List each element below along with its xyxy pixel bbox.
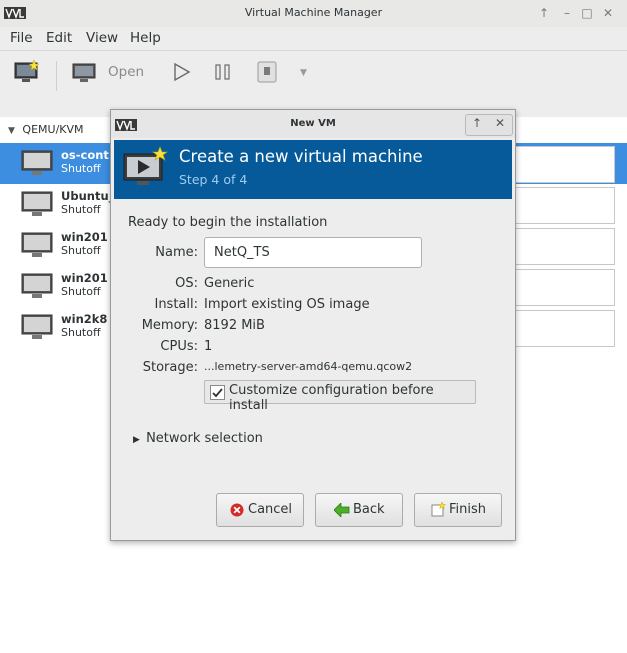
install-label: Install: bbox=[154, 297, 198, 312]
new-vm-icon[interactable] bbox=[14, 59, 40, 85]
dialog-close-icon[interactable]: ✕ bbox=[489, 116, 511, 130]
cpu-usage-graph bbox=[500, 187, 615, 224]
finish-button[interactable]: Finish bbox=[414, 493, 502, 527]
dialog-title: New VM bbox=[290, 118, 336, 129]
new-vm-dialog: New VM ↑ ✕ Create a new virtual machine … bbox=[110, 109, 516, 541]
finish-icon bbox=[431, 502, 446, 517]
monitor-icon bbox=[21, 191, 53, 216]
finish-label: Finish bbox=[449, 502, 487, 517]
vm-name: win201 bbox=[61, 271, 108, 285]
vm-name: os-cont bbox=[61, 148, 109, 162]
menu-help[interactable]: Help bbox=[130, 30, 161, 46]
open-console-icon[interactable] bbox=[72, 62, 96, 84]
back-arrow-icon bbox=[334, 503, 350, 517]
customize-label: Customize configuration before install bbox=[229, 383, 434, 413]
new-vm-header-icon bbox=[123, 146, 168, 185]
dialog-window-buttons: ↑ ✕ bbox=[465, 114, 513, 136]
vm-name: win201 bbox=[61, 230, 108, 244]
checkmark-icon bbox=[212, 388, 223, 398]
vm-status: Shutoff bbox=[61, 203, 101, 216]
dialog-header-banner: Create a new virtual machine Step 4 of 4 bbox=[114, 140, 512, 199]
os-value: Generic bbox=[204, 276, 255, 291]
cpus-label: CPUs: bbox=[160, 339, 198, 354]
run-icon[interactable] bbox=[173, 63, 191, 81]
dialog-up-icon[interactable]: ↑ bbox=[466, 116, 488, 130]
expander-down-icon: ▼ bbox=[8, 126, 15, 136]
customize-checkbox-row[interactable]: Customize configuration before install bbox=[204, 380, 476, 413]
back-label: Back bbox=[353, 502, 385, 517]
menu-bar: File Edit View Help bbox=[0, 27, 627, 51]
window-minimize-icon[interactable]: – bbox=[558, 4, 576, 22]
cpu-usage-graph bbox=[500, 269, 615, 306]
dialog-header-title: Create a new virtual machine bbox=[179, 147, 423, 166]
menu-edit[interactable]: Edit bbox=[46, 30, 72, 46]
connection-label: QEMU/KVM bbox=[22, 123, 84, 136]
vm-status: Shutoff bbox=[61, 162, 101, 175]
monitor-icon bbox=[21, 273, 53, 298]
toolbar: Open ▼ bbox=[0, 51, 627, 117]
window-up-icon[interactable]: ↑ bbox=[535, 4, 553, 22]
name-label: Name: bbox=[155, 245, 198, 260]
menu-file[interactable]: File bbox=[10, 30, 33, 46]
cpu-usage-graph bbox=[500, 310, 615, 347]
network-selection-expander[interactable]: ▶ Network selection bbox=[133, 431, 263, 446]
monitor-icon bbox=[21, 314, 53, 339]
vm-status: Shutoff bbox=[61, 244, 101, 257]
cpu-usage-graph bbox=[500, 228, 615, 265]
storage-value: ...lemetry-server-amd64-qemu.qcow2 bbox=[204, 360, 413, 373]
cancel-button[interactable]: Cancel bbox=[216, 493, 304, 527]
vm-name: win2k8 bbox=[61, 312, 108, 326]
window-title: Virtual Machine Manager bbox=[244, 6, 383, 19]
toolbar-separator bbox=[56, 61, 57, 91]
menu-view[interactable]: View bbox=[86, 30, 118, 46]
open-button-label[interactable]: Open bbox=[108, 64, 144, 80]
back-button[interactable]: Back bbox=[315, 493, 403, 527]
monitor-icon bbox=[21, 150, 53, 175]
cpus-value: 1 bbox=[204, 339, 213, 354]
os-label: OS: bbox=[175, 276, 198, 291]
window-close-icon[interactable]: ✕ bbox=[599, 4, 617, 22]
vm-status: Shutoff bbox=[61, 285, 101, 298]
dialog-title-bar: New VM ↑ ✕ bbox=[111, 110, 515, 138]
network-selection-label: Network selection bbox=[146, 431, 263, 446]
cancel-label: Cancel bbox=[248, 502, 293, 517]
dialog-step-label: Step 4 of 4 bbox=[179, 172, 248, 187]
cpu-usage-graph bbox=[500, 146, 615, 183]
name-input[interactable] bbox=[204, 237, 422, 268]
monitor-icon bbox=[21, 232, 53, 257]
connection-row[interactable]: ▼ QEMU/KVM bbox=[8, 123, 84, 136]
customize-checkbox[interactable] bbox=[210, 385, 225, 400]
memory-label: Memory: bbox=[141, 318, 198, 333]
window-maximize-icon[interactable]: □ bbox=[578, 4, 596, 22]
cancel-icon bbox=[230, 503, 244, 517]
main-title-bar: Virtual Machine Manager ↑ – □ ✕ bbox=[0, 0, 627, 28]
install-value: Import existing OS image bbox=[204, 297, 370, 312]
shutdown-dropdown-icon[interactable]: ▼ bbox=[300, 68, 307, 78]
ready-label: Ready to begin the installation bbox=[128, 215, 328, 230]
pause-icon[interactable] bbox=[214, 64, 232, 80]
vm-status: Shutoff bbox=[61, 326, 101, 339]
storage-label: Storage: bbox=[142, 360, 198, 375]
shutdown-icon[interactable] bbox=[257, 61, 277, 83]
vm-name: Ubuntu_ bbox=[61, 189, 115, 203]
memory-value: 8192 MiB bbox=[204, 318, 265, 333]
expander-right-icon: ▶ bbox=[133, 435, 140, 445]
